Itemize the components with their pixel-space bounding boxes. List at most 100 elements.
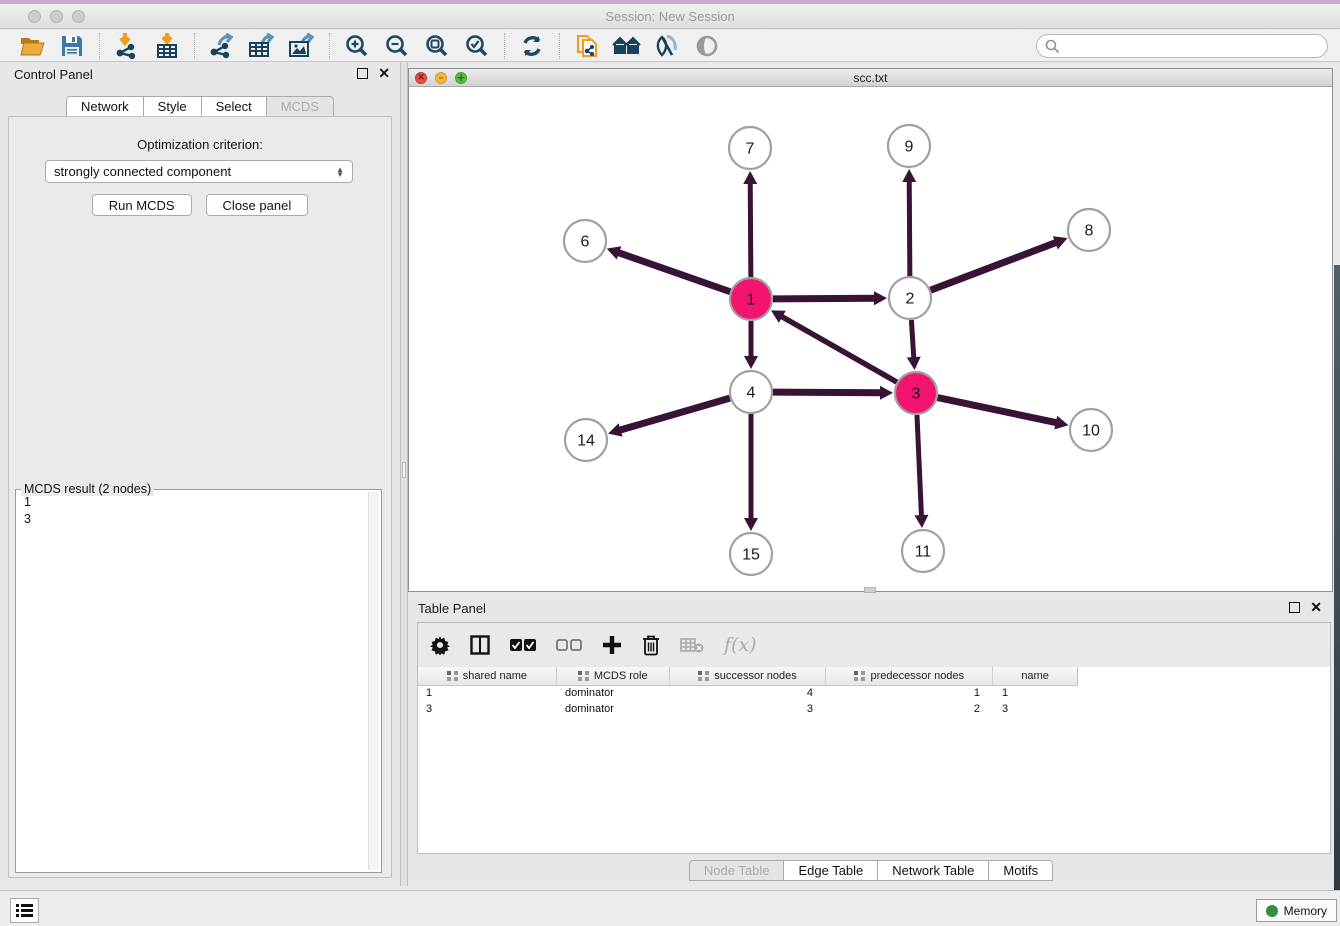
export-image-icon[interactable] xyxy=(282,32,322,60)
background-window-edge xyxy=(1334,265,1340,890)
graph-node-label: 6 xyxy=(581,234,590,251)
control-panel-tabs: Network Style Select MCDS xyxy=(0,96,400,117)
table-cell[interactable]: 3 xyxy=(994,702,1078,718)
save-session-icon[interactable] xyxy=(52,32,92,60)
zoom-in-icon[interactable] xyxy=(337,32,377,60)
tab-network-table[interactable]: Network Table xyxy=(878,860,989,881)
graph-edge-4-3[interactable] xyxy=(773,392,882,393)
tab-network[interactable]: Network xyxy=(66,96,144,117)
table-cell[interactable]: 3 xyxy=(670,702,827,718)
table-panel-title: Table Panel xyxy=(418,601,486,616)
deselect-all-icon[interactable] xyxy=(556,638,582,652)
close-panel-button[interactable]: Close panel xyxy=(206,194,309,216)
graph-node-label: 2 xyxy=(906,291,915,308)
node-table-container: f(x) shared name MCDS role successor nod… xyxy=(417,622,1331,854)
tab-select[interactable]: Select xyxy=(202,96,267,117)
table-cell[interactable]: 1 xyxy=(827,686,994,702)
graph-edge-1-6[interactable] xyxy=(617,252,730,292)
column-header-shared-name[interactable]: shared name xyxy=(418,667,557,685)
column-header-successor-nodes[interactable]: successor nodes xyxy=(670,667,827,685)
graph-node-label: 15 xyxy=(742,547,760,564)
show-column-panel-icon[interactable] xyxy=(470,635,490,655)
function-builder-icon[interactable]: f(x) xyxy=(724,634,757,656)
control-panel: Control Panel ✕ Network Style Select MCD… xyxy=(0,62,400,886)
app-title: Session: New Session xyxy=(0,9,1340,24)
table-cell[interactable]: dominator xyxy=(557,702,670,718)
open-session-icon[interactable] xyxy=(12,32,52,60)
column-header-name[interactable]: name xyxy=(993,667,1077,685)
zoom-fit-icon[interactable] xyxy=(417,32,457,60)
horizontal-splitter-handle[interactable] xyxy=(864,587,876,593)
graph-edge-arrowhead xyxy=(743,171,757,184)
graph-edge-3-10[interactable] xyxy=(938,398,1058,423)
graph-edge-arrowhead xyxy=(907,357,921,370)
zoom-out-icon[interactable] xyxy=(377,32,417,60)
table-cell[interactable]: 4 xyxy=(670,686,827,702)
graph-node-label: 4 xyxy=(747,385,756,402)
graph-edge-2-9[interactable] xyxy=(909,180,910,276)
tab-mcds[interactable]: MCDS xyxy=(267,96,334,117)
graph-edge-3-11[interactable] xyxy=(917,415,922,517)
table-row[interactable]: 3dominator323 xyxy=(418,702,1330,718)
toolbar-separator xyxy=(194,33,195,59)
float-table-panel-icon[interactable] xyxy=(1289,602,1300,613)
vertical-splitter[interactable] xyxy=(400,62,408,886)
table-cell[interactable]: 2 xyxy=(827,702,994,718)
first-neighbors-icon[interactable] xyxy=(607,32,647,60)
table-toolbar: f(x) xyxy=(418,623,1330,667)
search-input[interactable] xyxy=(1036,34,1328,58)
select-all-icon[interactable] xyxy=(510,638,536,652)
clone-network-icon[interactable] xyxy=(567,32,607,60)
table-cell[interactable]: 3 xyxy=(418,702,557,718)
tab-motifs[interactable]: Motifs xyxy=(989,860,1053,881)
float-panel-icon[interactable] xyxy=(357,68,368,79)
memory-label: Memory xyxy=(1284,904,1327,918)
tab-node-table[interactable]: Node Table xyxy=(689,860,785,881)
tab-style[interactable]: Style xyxy=(144,96,202,117)
splitter-handle[interactable] xyxy=(402,462,406,478)
graph-node-label: 7 xyxy=(746,141,755,158)
close-panel-icon[interactable]: ✕ xyxy=(378,68,390,79)
close-table-panel-icon[interactable]: ✕ xyxy=(1310,602,1322,613)
optimization-criterion-label: Optimization criterion: xyxy=(9,137,391,152)
memory-button[interactable]: Memory xyxy=(1256,899,1337,922)
network-window-titlebar[interactable]: ✕ − ＋ scc.txt xyxy=(409,69,1332,87)
graph-edge-1-2[interactable] xyxy=(773,298,876,299)
table-settings-icon[interactable] xyxy=(430,635,450,655)
zoom-selected-icon[interactable] xyxy=(457,32,497,60)
export-network-icon[interactable] xyxy=(202,32,242,60)
graph-edge-3-1[interactable] xyxy=(781,316,897,382)
graph-edge-4-14[interactable] xyxy=(619,398,730,430)
graph-node-label: 9 xyxy=(905,139,914,156)
import-network-icon[interactable] xyxy=(107,32,147,60)
attribute-type-icon xyxy=(447,671,458,681)
chevron-up-down-icon: ▲▼ xyxy=(336,167,344,177)
column-header-mcds-role[interactable]: MCDS role xyxy=(557,667,670,685)
import-table-icon[interactable] xyxy=(147,32,187,60)
apply-layout-icon[interactable] xyxy=(512,32,552,60)
show-graphics-details-icon[interactable] xyxy=(647,32,687,60)
mcds-result-list[interactable]: 1 3 xyxy=(18,494,367,870)
optimization-criterion-select[interactable]: strongly connected component ▲▼ xyxy=(45,160,353,183)
table-cell[interactable]: dominator xyxy=(557,686,670,702)
add-column-icon[interactable] xyxy=(602,635,622,655)
graph-edge-arrowhead xyxy=(902,169,916,182)
graph-edge-2-8[interactable] xyxy=(931,242,1058,290)
attribute-type-icon xyxy=(578,671,589,681)
delete-column-icon[interactable] xyxy=(642,635,660,656)
column-header-predecessor-nodes[interactable]: predecessor nodes xyxy=(826,667,993,685)
tab-edge-table[interactable]: Edge Table xyxy=(784,860,878,881)
delete-table-icon[interactable] xyxy=(680,637,704,653)
birdseye-view-icon[interactable] xyxy=(687,32,727,60)
graph-edge-2-3[interactable] xyxy=(911,320,913,359)
network-canvas[interactable]: 7968124314101511 xyxy=(409,88,1332,591)
show-task-history-button[interactable] xyxy=(10,898,39,923)
graph-edge-arrowhead xyxy=(914,515,928,528)
run-mcds-button[interactable]: Run MCDS xyxy=(92,194,192,216)
table-row[interactable]: 1dominator411 xyxy=(418,686,1330,702)
graph-edge-1-7[interactable] xyxy=(750,182,751,277)
export-table-icon[interactable] xyxy=(242,32,282,60)
table-cell[interactable]: 1 xyxy=(418,686,557,702)
table-cell[interactable]: 1 xyxy=(994,686,1078,702)
mcds-result-scrollbar[interactable] xyxy=(368,492,379,870)
